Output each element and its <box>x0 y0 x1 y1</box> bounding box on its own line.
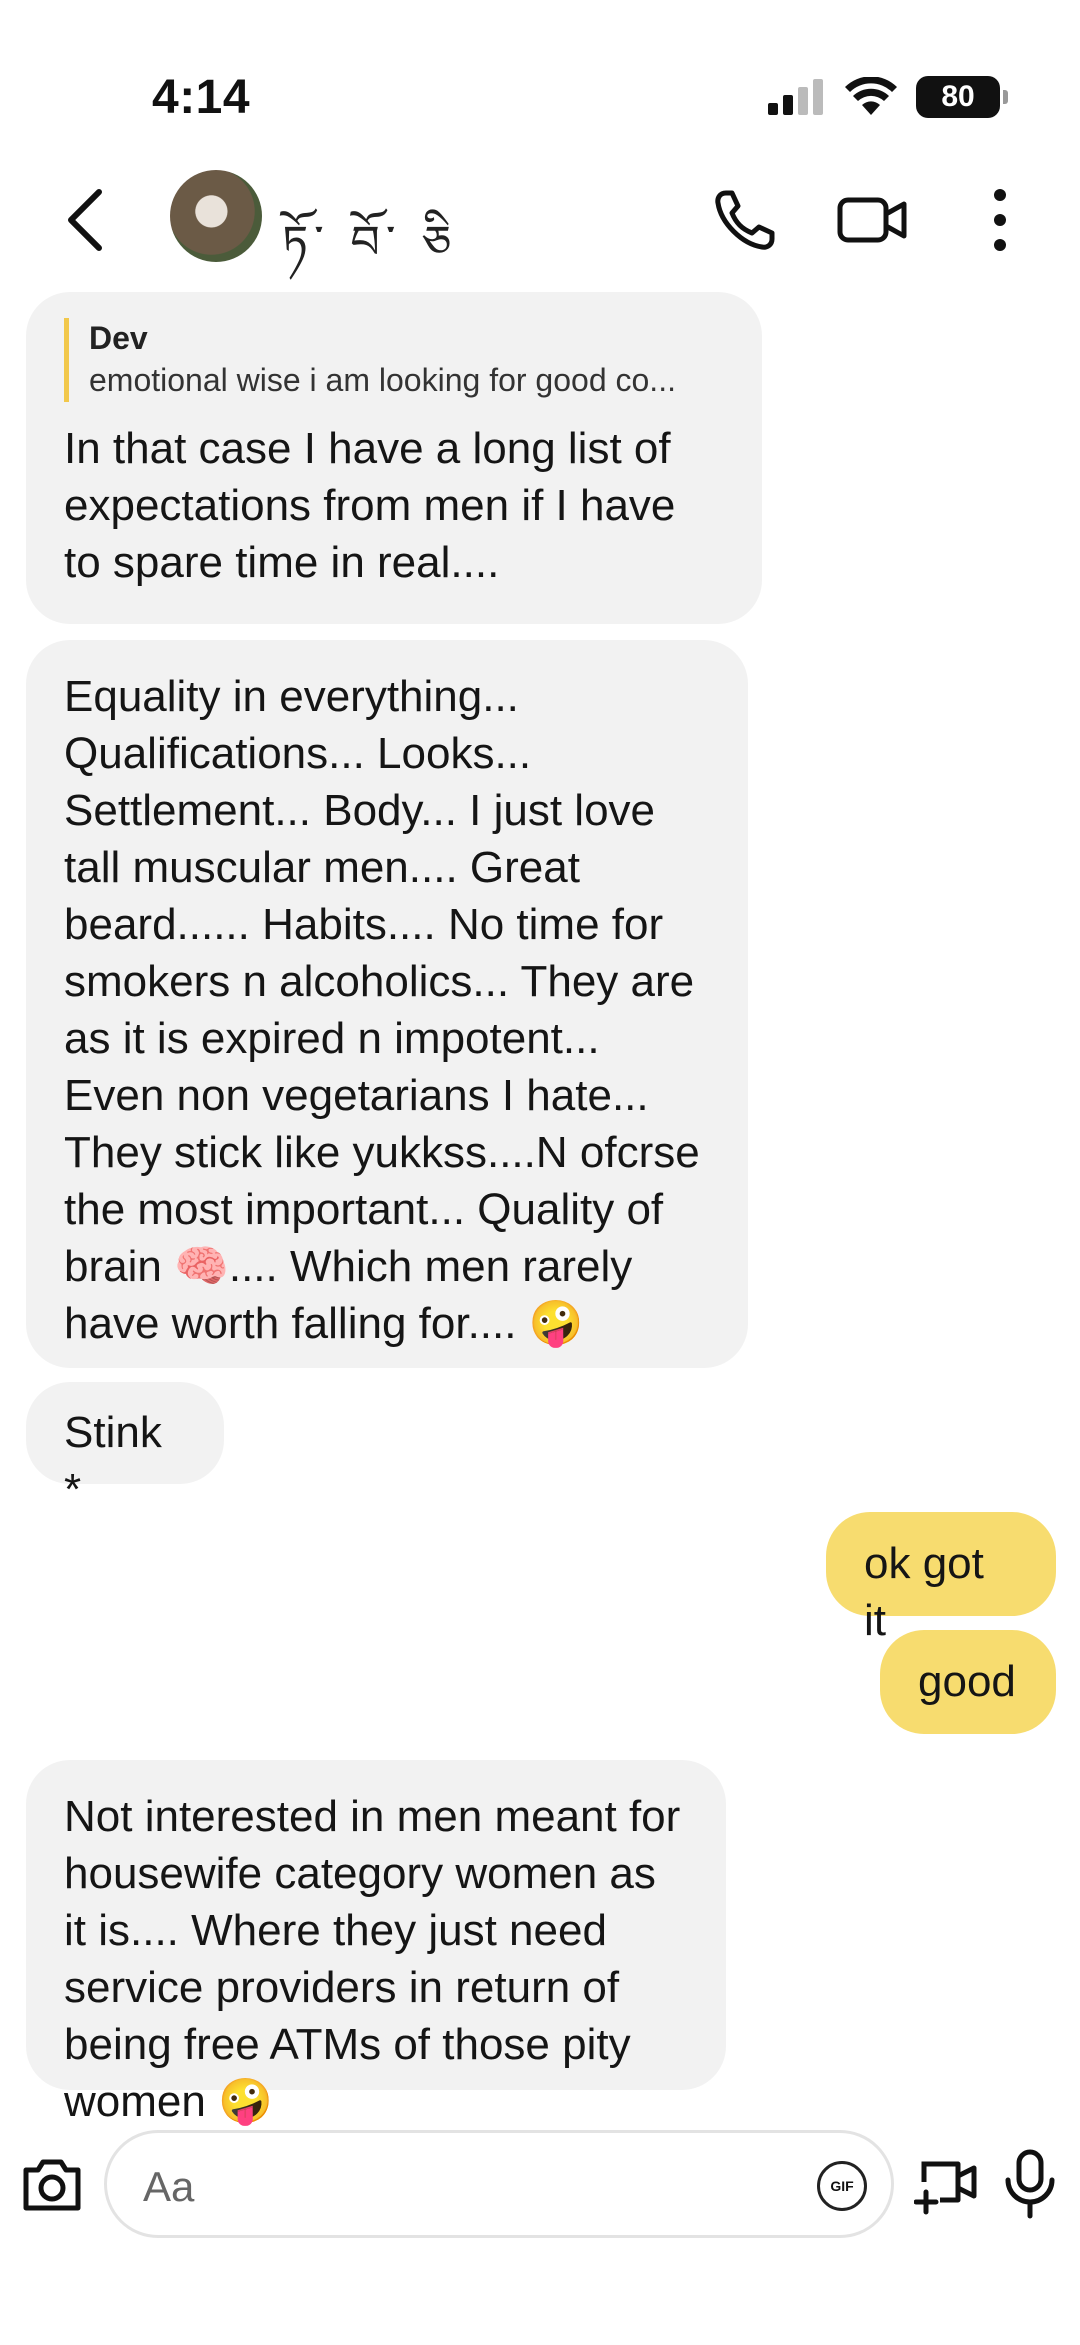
gif-button[interactable]: GIF <box>817 2161 867 2211</box>
microphone-icon <box>1005 2149 1055 2219</box>
camera-icon <box>23 2159 81 2211</box>
video-message-button[interactable] <box>913 2152 978 2216</box>
message-bubble-incoming[interactable]: Dev emotional wise i am looking for good… <box>26 292 762 624</box>
more-vertical-icon <box>994 189 1006 251</box>
status-time: 4:14 <box>152 71 251 124</box>
chat-screen: 4:14 80 ཏོ་ བོ་ ཅི Dev emotional wise i … <box>0 0 1080 2345</box>
status-icons: 80 <box>768 76 1008 118</box>
gif-label: GIF <box>830 2178 854 2194</box>
message-input[interactable] <box>143 2157 783 2217</box>
message-bubble-incoming[interactable]: Equality in everything... Qualifications… <box>26 640 748 1368</box>
message-input-box[interactable]: GIF <box>104 2130 894 2238</box>
message-text: Not interested in men meant for housewif… <box>64 1792 681 2126</box>
phone-icon <box>715 190 775 250</box>
back-button[interactable] <box>55 180 115 260</box>
reply-author: Dev <box>89 320 148 356</box>
voice-message-button[interactable] <box>1002 2148 1058 2220</box>
message-text: good <box>918 1657 1016 1706</box>
message-composer: GIF <box>0 2120 1080 2250</box>
more-options-button[interactable] <box>960 180 1040 260</box>
reply-text: emotional wise i am looking for good co.… <box>89 362 676 398</box>
chat-header: ཏོ་ བོ་ ཅི <box>0 170 1080 280</box>
voice-call-button[interactable] <box>705 180 785 260</box>
chevron-left-icon <box>68 189 102 251</box>
message-bubble-outgoing[interactable]: ok got it <box>826 1512 1056 1645</box>
message-bubble-incoming[interactable]: Not interested in men meant for housewif… <box>26 1760 726 2126</box>
video-plus-icon <box>913 2161 977 2215</box>
avatar[interactable] <box>170 170 262 262</box>
signal-icon <box>768 79 823 115</box>
message-bubble-incoming[interactable]: Stink * <box>26 1382 224 1514</box>
message-text: Stink * <box>64 1408 162 1514</box>
wifi-icon <box>845 77 897 115</box>
video-camera-icon <box>837 197 907 243</box>
battery-indicator: 80 <box>916 76 1008 118</box>
message-text: Equality in everything... Qualifications… <box>64 672 700 1348</box>
camera-button[interactable] <box>20 2152 84 2216</box>
video-call-button[interactable] <box>832 180 912 260</box>
message-text: In that case I have a long list of expec… <box>64 424 676 587</box>
reply-quote[interactable]: Dev emotional wise i am looking for good… <box>64 318 724 402</box>
message-bubble-outgoing[interactable]: good <box>880 1630 1056 1734</box>
